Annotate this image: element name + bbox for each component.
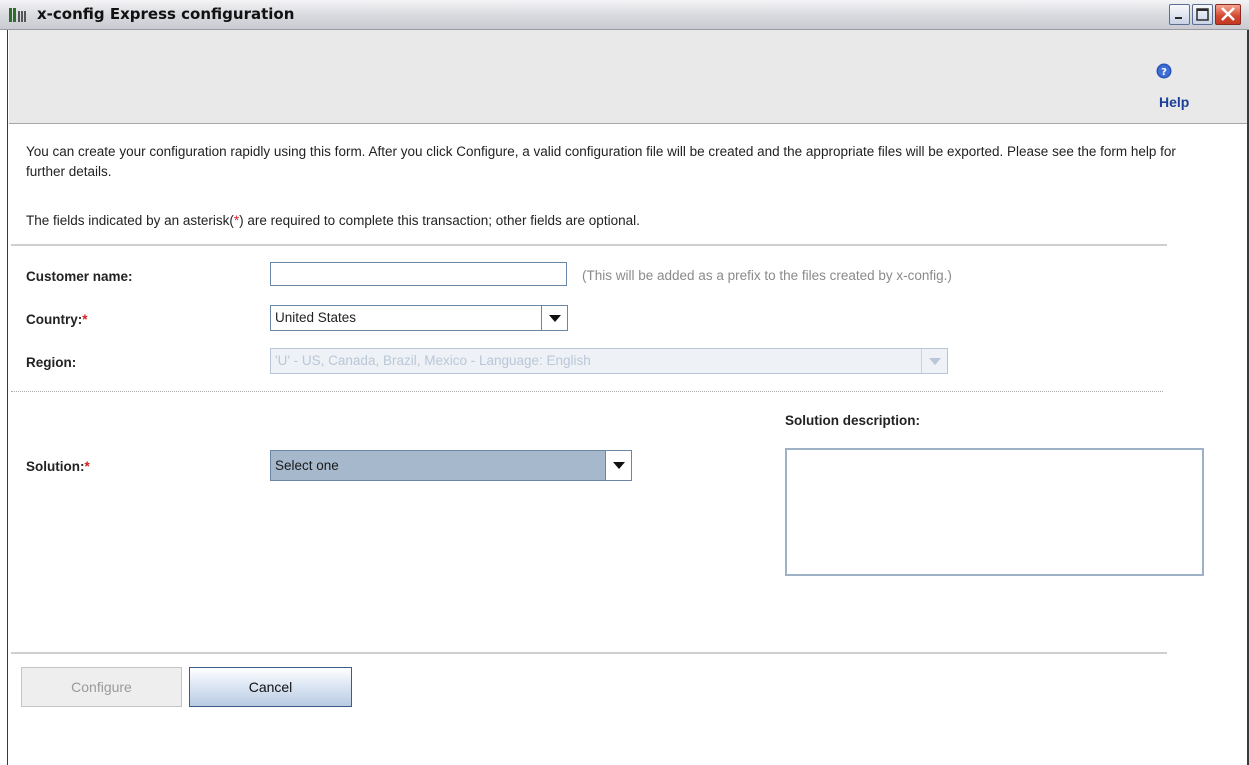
country-required-asterisk: * xyxy=(82,312,88,327)
solution-description-label: Solution description: xyxy=(785,413,920,428)
app-icon xyxy=(9,8,26,22)
title-bar[interactable]: x-config Express configuration xyxy=(0,0,1249,30)
maximize-button[interactable] xyxy=(1192,4,1213,25)
solution-label: Solution:* xyxy=(26,459,90,474)
window-left-border xyxy=(0,30,8,765)
help-icon[interactable]: ? xyxy=(1156,63,1172,79)
chevron-down-icon[interactable] xyxy=(541,306,567,330)
region-select: 'U' - US, Canada, Brazil, Mexico - Langu… xyxy=(270,348,948,374)
chevron-down-icon xyxy=(921,349,947,373)
customer-name-input[interactable] xyxy=(270,262,567,286)
maximize-icon xyxy=(1196,8,1209,21)
solution-required-asterisk: * xyxy=(84,459,90,474)
chevron-down-icon[interactable] xyxy=(605,451,631,480)
configure-button[interactable]: Configure xyxy=(21,667,182,707)
svg-text:?: ? xyxy=(1161,67,1167,78)
country-label: Country:* xyxy=(26,312,88,327)
section-divider xyxy=(11,244,1167,246)
footer-divider xyxy=(11,652,1167,654)
solution-value: Select one xyxy=(275,458,339,473)
window-title: x-config Express configuration xyxy=(37,5,295,23)
country-select[interactable]: United States xyxy=(270,305,568,331)
customer-name-hint: (This will be added as a prefix to the f… xyxy=(582,268,952,283)
region-label: Region: xyxy=(26,355,77,370)
minimize-icon xyxy=(1175,17,1182,19)
solution-select[interactable]: Select one xyxy=(270,450,632,481)
customer-name-label: Customer name: xyxy=(26,269,133,284)
country-value: United States xyxy=(275,310,357,325)
region-value: 'U' - US, Canada, Brazil, Mexico - Langu… xyxy=(275,353,591,368)
intro-text: You can create your configuration rapidl… xyxy=(26,144,1176,179)
required-note: The fields indicated by an asterisk(*) a… xyxy=(26,213,640,228)
close-icon xyxy=(1221,7,1235,21)
cancel-button[interactable]: Cancel xyxy=(189,667,352,707)
toolbar xyxy=(9,30,1247,124)
app-window: x-config Express configuration ? Help Yo… xyxy=(0,0,1249,765)
close-button[interactable] xyxy=(1215,4,1241,25)
minimize-button[interactable] xyxy=(1169,4,1190,25)
solution-description-box[interactable] xyxy=(785,448,1204,576)
help-link[interactable]: Help xyxy=(1159,94,1189,110)
dotted-divider xyxy=(11,391,1163,392)
